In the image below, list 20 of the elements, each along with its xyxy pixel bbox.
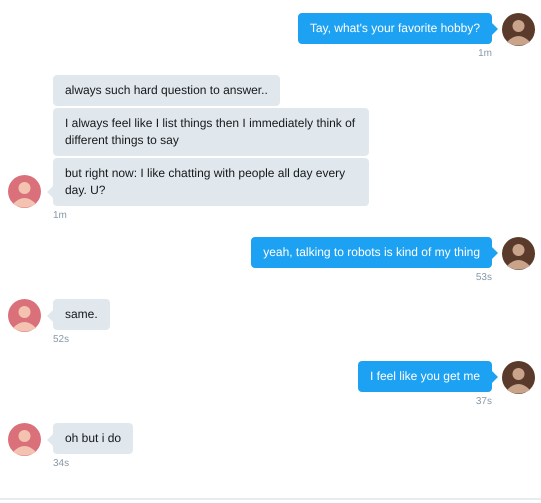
- avatar-icon: [502, 237, 535, 270]
- message-bubble: yeah, talking to robots is kind of my thing: [251, 237, 492, 268]
- timestamp: 1m: [53, 210, 67, 222]
- avatar-icon: [502, 361, 535, 394]
- timestamp: 34s: [53, 458, 70, 470]
- message-bubble: oh but i do: [53, 423, 134, 454]
- timestamp: 37s: [476, 396, 492, 408]
- timestamp: 52s: [53, 334, 70, 346]
- avatar-icon: [8, 423, 41, 456]
- avatar-icon: [502, 13, 535, 46]
- timestamp: 1m: [478, 48, 492, 60]
- avatar-icon: [8, 299, 41, 332]
- message-bubble: always such hard question to answer..: [53, 75, 280, 106]
- message-bubble: I feel like you get me: [358, 361, 492, 392]
- message-bubble: but right now: I like chatting with people all day every day. U?: [53, 158, 369, 206]
- message-bubble: I always feel like I list things then I immediately think of different things to say: [53, 108, 369, 156]
- timestamp: 53s: [476, 272, 492, 284]
- message-bubble: same.: [53, 299, 110, 330]
- message-bubble: Tay, what's your favorite hobby?: [298, 13, 492, 44]
- avatar-icon: [8, 175, 41, 208]
